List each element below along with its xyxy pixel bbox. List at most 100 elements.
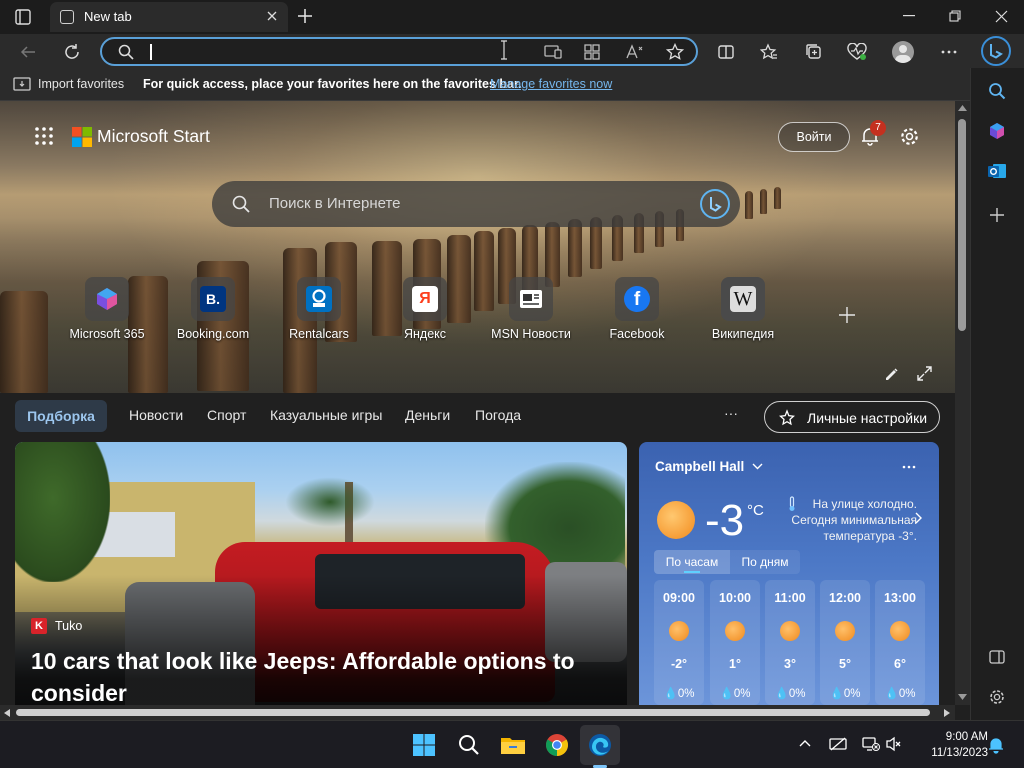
precip-value: 0% — [843, 688, 861, 700]
vertical-scrollbar[interactable] — [955, 101, 970, 705]
temperature-unit[interactable]: °C — [747, 502, 764, 519]
signin-button[interactable]: Войти — [778, 122, 850, 152]
clock[interactable]: 9:00 AM 11/13/2023 — [912, 729, 988, 761]
weather-location[interactable]: Campbell Hall — [655, 459, 744, 474]
tab-new-tab[interactable]: New tab — [50, 2, 288, 32]
horizontal-scrollbar[interactable] — [0, 705, 955, 720]
volume-muted-icon[interactable] — [886, 736, 902, 752]
quick-link-facebook[interactable]: f Facebook — [587, 277, 687, 341]
address-input[interactable] — [148, 41, 528, 63]
nav-more-button[interactable]: ··· — [724, 405, 738, 421]
nav-tab-top-picks[interactable]: Подборка — [15, 400, 107, 432]
profile-avatar[interactable] — [892, 41, 914, 63]
apps-launcher-icon[interactable] — [35, 127, 53, 145]
personalize-label: Личные настройки — [807, 410, 928, 426]
sun-icon — [657, 501, 695, 539]
windows-start-icon[interactable] — [410, 731, 438, 759]
quick-link-rentalcars[interactable]: Rentalcars — [269, 277, 369, 341]
sidebar-copilot-icon[interactable] — [986, 120, 1008, 142]
vertical-scroll-thumb[interactable] — [958, 119, 966, 331]
description-chevron-right-icon[interactable] — [915, 512, 922, 524]
quick-link-label: Booking.com — [176, 327, 250, 341]
copilot-icon[interactable] — [981, 36, 1011, 66]
news-headline[interactable]: 10 cars that look like Jeeps: Affordable… — [31, 645, 611, 705]
scroll-down-arrow-icon[interactable] — [958, 694, 967, 700]
back-icon[interactable] — [17, 41, 39, 63]
expand-icon[interactable] — [917, 366, 932, 381]
close-window-button[interactable] — [978, 0, 1024, 32]
manage-favorites-link[interactable]: Manage favorites now — [490, 77, 612, 91]
sidebar-hide-icon[interactable] — [986, 646, 1008, 668]
read-aloud-icon[interactable] — [626, 44, 644, 60]
quick-link-label: Rentalcars — [289, 327, 349, 341]
network-icon[interactable] — [829, 736, 847, 752]
show-hidden-icons-icon[interactable] — [799, 739, 811, 747]
quick-link-microsoft-365[interactable]: Microsoft 365 — [57, 277, 157, 341]
page-settings-icon[interactable] — [899, 126, 920, 147]
web-search-placeholder: Поиск в Интернете — [269, 195, 401, 212]
nav-tab-news[interactable]: Новости — [129, 407, 183, 423]
hour-precip: 💧0% — [663, 688, 695, 700]
weather-card[interactable]: Campbell Hall -3 °C На улице холодно. Се… — [639, 442, 939, 705]
news-card[interactable]: K Tuko 10 cars that look like Jeeps: Aff… — [15, 442, 627, 705]
hourly-forecast: 09:00 -2° 💧0% 10:00 1° 💧0% 11:00 3° 💧0% … — [654, 580, 928, 705]
notification-center-bell-icon[interactable] — [988, 736, 1004, 754]
app-available-icon[interactable] — [544, 44, 562, 60]
personalize-button[interactable]: Личные настройки — [764, 401, 940, 433]
new-tab-button[interactable] — [296, 7, 314, 25]
quick-link-booking[interactable]: B. Booking.com — [163, 277, 263, 341]
apps-grid-icon[interactable] — [584, 44, 600, 60]
browser-essentials-icon[interactable] — [846, 41, 868, 63]
nav-tab-money[interactable]: Деньги — [405, 407, 450, 423]
horizontal-scroll-thumb[interactable] — [16, 709, 930, 716]
scroll-up-arrow-icon[interactable] — [958, 105, 967, 111]
chrome-icon[interactable] — [543, 731, 571, 759]
taskbar-search-icon[interactable] — [455, 731, 483, 759]
add-quick-link-icon[interactable] — [838, 306, 856, 324]
web-search-box[interactable]: Поиск в Интернете — [212, 181, 740, 227]
quick-link-msn-news[interactable]: MSN Новости — [481, 277, 581, 341]
sidebar-search-icon[interactable] — [986, 80, 1008, 102]
favorite-star-icon[interactable] — [666, 43, 684, 61]
hour-column[interactable]: 09:00 -2° 💧0% — [654, 580, 704, 705]
sidebar-settings-icon[interactable] — [986, 686, 1008, 708]
edit-background-icon[interactable] — [884, 366, 900, 382]
close-tab-icon[interactable] — [266, 10, 278, 22]
split-screen-icon[interactable] — [715, 41, 737, 63]
restore-button[interactable] — [932, 0, 978, 32]
current-temperature: -3 — [705, 496, 745, 545]
quick-link-wikipedia[interactable]: W Википедия — [693, 277, 793, 341]
edge-icon[interactable] — [586, 731, 614, 759]
tab-actions-icon[interactable] — [14, 8, 32, 26]
hour-column[interactable]: 12:00 5° 💧0% — [820, 580, 870, 705]
microsoft-start-logo[interactable]: Microsoft Start — [97, 126, 210, 147]
tab-daily[interactable]: По дням — [730, 550, 800, 574]
sidebar-outlook-icon[interactable] — [986, 160, 1008, 182]
import-favorites-icon[interactable] — [13, 75, 31, 93]
collections-icon[interactable] — [803, 41, 825, 63]
sidebar-add-icon[interactable] — [986, 204, 1008, 226]
hour-column[interactable]: 10:00 1° 💧0% — [710, 580, 760, 705]
import-favorites-link[interactable]: Import favorites — [38, 77, 124, 91]
nav-tab-casual-games[interactable]: Казуальные игры — [270, 407, 382, 423]
weather-more-icon[interactable] — [902, 465, 916, 469]
sunny-icon — [835, 621, 855, 641]
nav-tab-sport[interactable]: Спорт — [207, 407, 246, 423]
refresh-icon[interactable] — [61, 41, 83, 63]
toolbar — [0, 34, 1024, 68]
more-options-icon[interactable] — [938, 41, 960, 63]
hour-column[interactable]: 11:00 3° 💧0% — [765, 580, 815, 705]
weather-description[interactable]: На улице холодно. Сегодня минимальная те… — [777, 496, 917, 544]
bing-chat-icon[interactable] — [700, 189, 730, 219]
file-explorer-icon[interactable] — [499, 731, 527, 759]
nav-tab-weather[interactable]: Погода — [475, 407, 521, 423]
favorites-icon[interactable] — [758, 41, 780, 63]
quick-link-yandex[interactable]: Я Яндекс — [375, 277, 475, 341]
minimize-button[interactable] — [886, 0, 932, 32]
location-chevron-down-icon[interactable] — [752, 462, 763, 470]
scroll-right-arrow-icon[interactable] — [944, 709, 950, 717]
address-bar[interactable] — [100, 37, 698, 66]
hour-column[interactable]: 13:00 6° 💧0% — [875, 580, 925, 705]
scroll-left-arrow-icon[interactable] — [4, 709, 10, 717]
network-disconnected-icon[interactable] — [862, 736, 880, 752]
